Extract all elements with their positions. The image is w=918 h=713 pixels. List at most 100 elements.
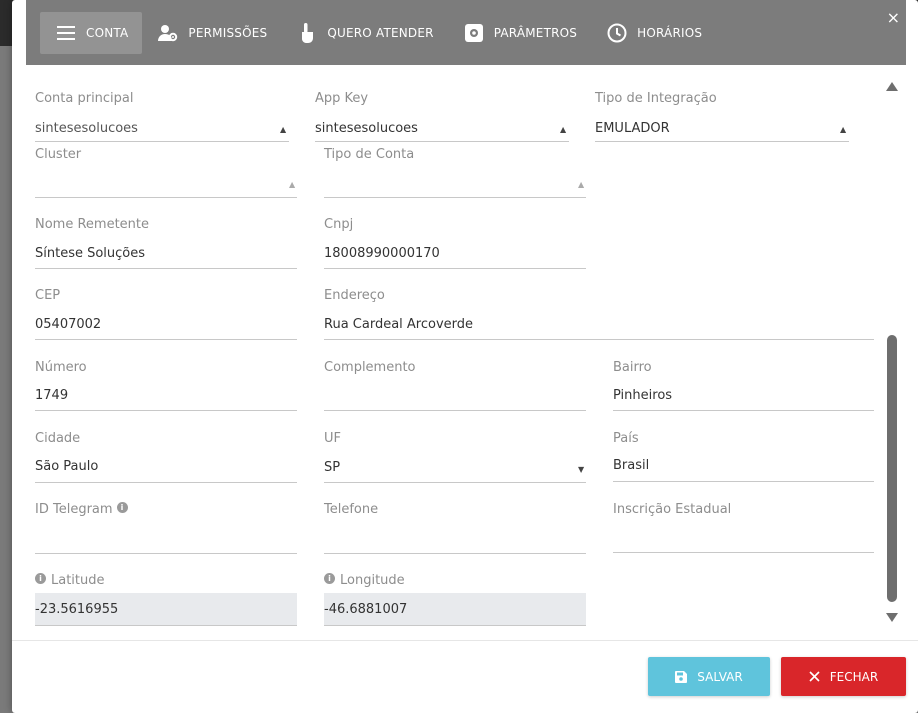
app-key-select[interactable]: sintesesolucoes — [315, 121, 418, 136]
nome-remetente-input[interactable]: Síntese Soluções — [35, 246, 145, 261]
field-bairro[interactable]: Bairro Pinheiros — [613, 358, 874, 413]
field-underline — [613, 410, 874, 411]
field-label: CEP — [35, 287, 61, 303]
latitude-label: Latitude — [51, 572, 105, 588]
field-conta-principal[interactable]: Conta principal sintesesolucoes ▲ — [35, 89, 289, 144]
close-button[interactable]: FECHAR — [781, 657, 906, 696]
info-icon[interactable]: i — [324, 572, 335, 584]
hand-pointer-icon — [297, 22, 317, 43]
tab-label: QUERO ATENDER — [327, 25, 434, 40]
user-gear-icon — [158, 23, 178, 43]
field-label: Conta principal — [35, 90, 134, 106]
field-tipo-conta[interactable]: Tipo de Conta ▲ — [324, 145, 586, 200]
field-underline — [35, 268, 297, 269]
field-label: Nome Remetente — [35, 216, 150, 232]
bairro-input[interactable]: Pinheiros — [613, 388, 672, 403]
field-endereco[interactable]: Endereço Rua Cardeal Arcoverde — [324, 286, 874, 341]
tab-label: PARÂMETROS — [493, 25, 578, 40]
close-icon[interactable]: × — [887, 8, 900, 27]
cnpj-input[interactable]: 18008990000170 — [324, 246, 440, 261]
save-button-label: SALVAR — [697, 669, 743, 684]
field-id-telegram[interactable]: ID Telegram i — [35, 500, 297, 555]
uf-select[interactable]: SP — [324, 460, 340, 475]
endereco-input[interactable]: Rua Cardeal Arcoverde — [324, 317, 473, 332]
field-pais[interactable]: País Brasil — [613, 429, 874, 484]
tab-parametros[interactable]: PARÂMETROS — [448, 12, 591, 54]
modal-footer: SALVAR FECHAR — [12, 640, 918, 713]
field-label: ID Telegram i — [35, 500, 297, 518]
field-underline — [324, 197, 586, 198]
tab-quero-atender[interactable]: QUERO ATENDER — [281, 12, 447, 54]
tab-conta[interactable]: CONTA — [40, 11, 143, 54]
field-label: Endereço — [324, 287, 385, 303]
save-button[interactable]: SALVAR — [648, 657, 770, 696]
vertical-scrollbar[interactable] — [884, 82, 898, 627]
longitude-input: -46.6881007 — [324, 602, 408, 617]
numero-input[interactable]: 1749 — [35, 388, 68, 403]
settings-icon — [464, 23, 484, 43]
id-telegram-label: ID Telegram — [35, 501, 113, 517]
cep-input[interactable]: 05407002 — [35, 317, 101, 332]
field-complemento[interactable]: Complemento — [324, 358, 586, 413]
cidade-input[interactable]: São Paulo — [35, 459, 98, 474]
field-underline — [35, 339, 297, 340]
modal-header: CONTA PERMISSÕES QUERO ATENDER PARÂMETRO… — [26, 0, 906, 65]
field-telefone[interactable]: Telefone — [324, 500, 586, 555]
latitude-input: -23.5616955 — [35, 602, 119, 617]
longitude-label: Longitude — [340, 572, 405, 588]
field-label: Tipo de Conta — [324, 146, 415, 162]
field-underline — [315, 141, 569, 142]
tipo-integracao-select[interactable]: EMULADOR — [595, 121, 670, 136]
info-icon[interactable]: i — [116, 501, 128, 513]
caret-down-icon: ▼ — [578, 465, 585, 474]
field-label: i Latitude — [35, 571, 297, 589]
field-label: Tipo de Integração — [595, 90, 717, 106]
field-tipo-integracao[interactable]: Tipo de Integração EMULADOR ▲ — [595, 89, 849, 144]
tab-permissoes[interactable]: PERMISSÕES — [142, 12, 281, 54]
caret-up-icon: ▲ — [289, 180, 296, 189]
close-button-label: FECHAR — [829, 669, 879, 684]
field-label: Número — [35, 359, 87, 375]
tab-label: PERMISSÕES — [188, 25, 268, 40]
field-underline — [595, 141, 849, 142]
tab-label: CONTA — [86, 25, 129, 40]
conta-principal-select[interactable]: sintesesolucoes — [35, 121, 138, 136]
field-label: UF — [324, 430, 341, 446]
field-underline — [35, 141, 289, 142]
field-label: App Key — [315, 90, 369, 106]
caret-up-icon: ▲ — [840, 125, 847, 134]
field-underline — [324, 268, 586, 269]
scrollbar-thumb[interactable] — [887, 335, 897, 602]
pais-input[interactable]: Brasil — [613, 458, 649, 473]
field-uf[interactable]: UF SP ▼ — [324, 429, 586, 484]
field-underline — [324, 410, 586, 411]
form-body: Conta principal sintesesolucoes ▲ App Ke… — [12, 65, 918, 640]
field-underline — [324, 553, 586, 554]
field-underline — [35, 553, 297, 554]
field-cluster[interactable]: Cluster ▲ — [35, 145, 297, 200]
field-label: i Longitude — [324, 571, 586, 589]
field-cep[interactable]: CEP 05407002 — [35, 286, 297, 341]
floppy-disk-icon — [675, 670, 688, 683]
tab-label: HORÁRIOS — [637, 25, 703, 40]
field-latitude: i Latitude -23.5616955 — [35, 571, 297, 627]
field-cidade[interactable]: Cidade São Paulo — [35, 429, 297, 484]
field-longitude: i Longitude -46.6881007 — [324, 571, 586, 627]
field-underline — [35, 410, 297, 411]
field-nome-remetente[interactable]: Nome Remetente Síntese Soluções — [35, 215, 297, 270]
field-label: Cnpj — [324, 216, 354, 232]
field-label: Inscrição Estadual — [613, 501, 732, 517]
field-label: Telefone — [324, 501, 379, 517]
scroll-down-arrow-icon[interactable] — [886, 613, 898, 622]
field-underline — [324, 482, 586, 483]
field-cnpj[interactable]: Cnpj 18008990000170 — [324, 215, 586, 270]
caret-up-icon: ▲ — [280, 125, 287, 134]
scroll-up-arrow-icon[interactable] — [886, 82, 898, 91]
field-inscricao-estadual[interactable]: Inscrição Estadual — [613, 500, 874, 555]
info-icon[interactable]: i — [35, 572, 46, 584]
field-numero[interactable]: Número 1749 — [35, 358, 297, 413]
field-underline — [324, 339, 874, 340]
field-app-key[interactable]: App Key sintesesolucoes ▲ — [315, 89, 569, 144]
field-underline — [613, 552, 874, 553]
tab-horarios[interactable]: HORÁRIOS — [591, 12, 716, 54]
